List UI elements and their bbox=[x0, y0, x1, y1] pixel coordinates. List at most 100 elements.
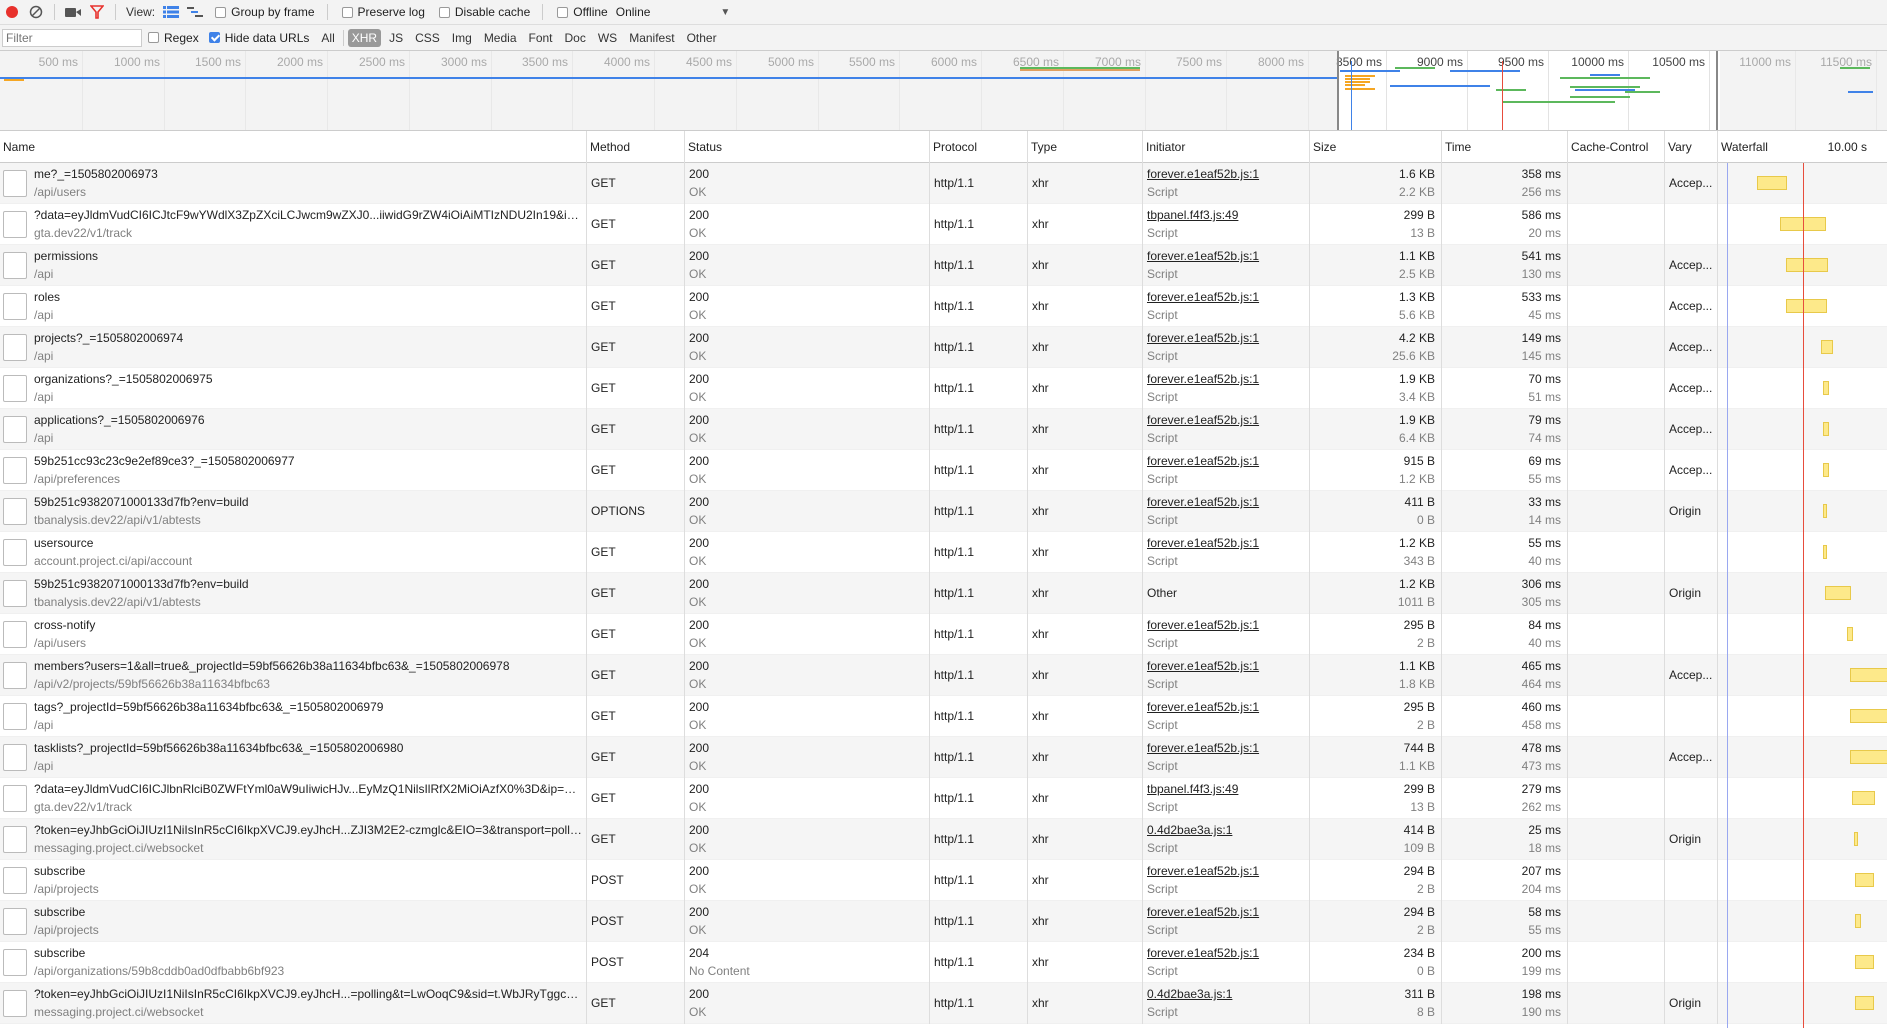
request-name[interactable]: ?token=eyJhbGciOiJIUzI1NiIsInR5cCI6IkpXV… bbox=[34, 823, 582, 837]
request-name[interactable]: ?token=eyJhbGciOiJIUzI1NiIsInR5cCI6IkpXV… bbox=[34, 987, 582, 1001]
offline-checkbox[interactable]: Offline bbox=[557, 5, 608, 19]
waterfall-bar[interactable] bbox=[1820, 340, 1833, 354]
waterfall-bar[interactable] bbox=[1851, 791, 1875, 805]
type-filter-manifest[interactable]: Manifest bbox=[625, 29, 678, 47]
hide-data-urls-checkbox[interactable]: Hide data URLs bbox=[208, 31, 309, 45]
overview-view-button[interactable] bbox=[185, 4, 205, 20]
request-name[interactable]: ?data=eyJldmVudCI6ICJtcF9wYWdlX3ZpZXciLC… bbox=[34, 208, 582, 222]
request-name[interactable]: tasklists?_projectId=59bf56626b38a11634b… bbox=[34, 741, 582, 755]
initiator-link[interactable]: forever.e1eaf52b.js:1 bbox=[1147, 618, 1305, 632]
filter-toggle-button[interactable] bbox=[85, 0, 109, 24]
initiator-link[interactable]: tbpanel.f4f3.js:49 bbox=[1147, 782, 1305, 796]
initiator-link[interactable]: forever.e1eaf52b.js:1 bbox=[1147, 905, 1305, 919]
table-row[interactable]: ?data=eyJldmVudCI6ICJtcF9wYWdlX3ZpZXciLC… bbox=[0, 204, 1887, 245]
table-row[interactable]: ?token=eyJhbGciOiJIUzI1NiIsInR5cCI6IkpXV… bbox=[0, 819, 1887, 860]
waterfall-bar[interactable] bbox=[1855, 955, 1874, 969]
column-header-waterfall[interactable]: Waterfall 10.00 s bbox=[1718, 131, 1887, 163]
column-header-type[interactable]: Type bbox=[1028, 131, 1143, 163]
initiator-link[interactable]: forever.e1eaf52b.js:1 bbox=[1147, 700, 1305, 714]
request-name[interactable]: usersource bbox=[34, 536, 582, 550]
initiator-link[interactable]: 0.4d2bae3a.js:1 bbox=[1147, 823, 1305, 837]
table-row[interactable]: usersource account.project.ci/api/account… bbox=[0, 532, 1887, 573]
table-row[interactable]: 59b251cc93c23c9e2ef89ce3?_=1505802006977… bbox=[0, 450, 1887, 491]
waterfall-bar[interactable] bbox=[1855, 873, 1874, 887]
table-row[interactable]: subscribe/api/organizations/59b8cddb0ad0… bbox=[0, 942, 1887, 983]
initiator-link[interactable]: forever.e1eaf52b.js:1 bbox=[1147, 659, 1305, 673]
column-header-initiator[interactable]: Initiator bbox=[1143, 131, 1310, 163]
initiator-link[interactable]: forever.e1eaf52b.js:1 bbox=[1147, 290, 1305, 304]
table-row[interactable]: subscribe/api/projects POST 200 OK http/1.1 x… bbox=[0, 901, 1887, 942]
request-name[interactable]: projects?_=1505802006974 bbox=[34, 331, 582, 345]
request-name[interactable]: ?data=eyJldmVudCI6ICJlbnRlciB0ZWFtYml0aW… bbox=[34, 782, 582, 796]
initiator-link[interactable]: forever.e1eaf52b.js:1 bbox=[1147, 413, 1305, 427]
request-name[interactable]: subscribe bbox=[34, 905, 582, 919]
initiator-link[interactable]: forever.e1eaf52b.js:1 bbox=[1147, 454, 1305, 468]
waterfall-bar[interactable] bbox=[1849, 750, 1887, 764]
waterfall-bar[interactable] bbox=[1822, 422, 1829, 436]
clear-button[interactable] bbox=[24, 0, 48, 24]
type-filter-xhr[interactable]: XHR bbox=[347, 28, 382, 47]
type-filter-media[interactable]: Media bbox=[480, 29, 521, 47]
table-row[interactable]: permissions/api GET 200 OK http/1.1 xhr foreve… bbox=[0, 245, 1887, 286]
waterfall-bar[interactable] bbox=[1854, 832, 1859, 846]
table-row[interactable]: organizations?_=1505802006975/api GET 200 O… bbox=[0, 368, 1887, 409]
type-filter-ws[interactable]: WS bbox=[594, 29, 621, 47]
preserve-log-checkbox[interactable]: Preserve log bbox=[341, 5, 425, 19]
group-by-frame-checkbox[interactable]: Group by frame bbox=[215, 5, 315, 19]
table-row[interactable]: projects?_=1505802006974/api GET 200 OK http… bbox=[0, 327, 1887, 368]
initiator-link[interactable]: forever.e1eaf52b.js:1 bbox=[1147, 741, 1305, 755]
initiator-link[interactable]: forever.e1eaf52b.js:1 bbox=[1147, 372, 1305, 386]
waterfall-bar[interactable] bbox=[1756, 176, 1788, 190]
request-name[interactable]: subscribe bbox=[34, 946, 582, 960]
type-filter-js[interactable]: JS bbox=[385, 29, 407, 47]
waterfall-bar[interactable] bbox=[1849, 668, 1887, 682]
table-row[interactable]: 59b251c9382071000133d7fb?env=build tbanal… bbox=[0, 491, 1887, 532]
initiator-link[interactable]: forever.e1eaf52b.js:1 bbox=[1147, 249, 1305, 263]
request-name[interactable]: tags?_projectId=59bf56626b38a11634bfbc63… bbox=[34, 700, 582, 714]
request-name[interactable]: 59b251cc93c23c9e2ef89ce3?_=1505802006977 bbox=[34, 454, 582, 468]
request-name[interactable]: 59b251c9382071000133d7fb?env=build bbox=[34, 495, 582, 509]
type-filter-css[interactable]: CSS bbox=[411, 29, 444, 47]
waterfall-bar[interactable] bbox=[1822, 463, 1829, 477]
table-row[interactable]: ?data=eyJldmVudCI6ICJlbnRlciB0ZWFtYml0aW… bbox=[0, 778, 1887, 819]
request-name[interactable]: cross-notify bbox=[34, 618, 582, 632]
type-filter-doc[interactable]: Doc bbox=[561, 29, 590, 47]
waterfall-bar[interactable] bbox=[1785, 299, 1827, 313]
request-name[interactable]: me?_=1505802006973 bbox=[34, 167, 582, 181]
waterfall-bar[interactable] bbox=[1822, 504, 1827, 518]
throttling-select[interactable]: Online ▼ bbox=[616, 5, 731, 19]
initiator-link[interactable]: forever.e1eaf52b.js:1 bbox=[1147, 536, 1305, 550]
table-row[interactable]: tags?_projectId=59bf56626b38a11634bfbc63… bbox=[0, 696, 1887, 737]
waterfall-bar[interactable] bbox=[1822, 545, 1828, 559]
initiator-link[interactable]: forever.e1eaf52b.js:1 bbox=[1147, 331, 1305, 345]
table-row[interactable]: me?_=1505802006973/api/users GET 200 OK http… bbox=[0, 163, 1887, 204]
request-name[interactable]: members?users=1&all=true&_projectId=59bf… bbox=[34, 659, 582, 673]
column-header-protocol[interactable]: Protocol bbox=[930, 131, 1028, 163]
column-header-status[interactable]: Status bbox=[685, 131, 930, 163]
table-row[interactable]: tasklists?_projectId=59bf56626b38a11634b… bbox=[0, 737, 1887, 778]
type-filter-all[interactable]: All bbox=[317, 29, 338, 47]
column-header-cache-control[interactable]: Cache-Control bbox=[1568, 131, 1665, 163]
large-rows-view-button[interactable] bbox=[161, 4, 181, 20]
table-row[interactable]: members?users=1&all=true&_projectId=59bf… bbox=[0, 655, 1887, 696]
waterfall-bar[interactable] bbox=[1847, 627, 1854, 641]
disable-cache-checkbox[interactable]: Disable cache bbox=[438, 5, 530, 19]
request-name[interactable]: applications?_=1505802006976 bbox=[34, 413, 582, 427]
waterfall-bar[interactable] bbox=[1822, 381, 1829, 395]
waterfall-bar[interactable] bbox=[1855, 996, 1874, 1010]
request-name[interactable]: permissions bbox=[34, 249, 582, 263]
request-name[interactable]: organizations?_=1505802006975 bbox=[34, 372, 582, 386]
waterfall-bar[interactable] bbox=[1785, 258, 1829, 272]
regex-checkbox[interactable]: Regex bbox=[148, 31, 199, 45]
table-row[interactable]: roles/api GET 200 OK http/1.1 xhr forever.e1ea… bbox=[0, 286, 1887, 327]
column-header-method[interactable]: Method bbox=[587, 131, 685, 163]
waterfall-bar[interactable] bbox=[1825, 586, 1852, 600]
column-header-name[interactable]: Name bbox=[0, 131, 587, 163]
type-filter-font[interactable]: Font bbox=[525, 29, 557, 47]
request-name[interactable]: subscribe bbox=[34, 864, 582, 878]
capture-screenshots-button[interactable] bbox=[61, 0, 85, 24]
column-header-vary[interactable]: Vary bbox=[1665, 131, 1718, 163]
waterfall-bar[interactable] bbox=[1855, 914, 1862, 928]
table-row[interactable]: applications?_=1505802006976/api GET 200 OK… bbox=[0, 409, 1887, 450]
column-header-size[interactable]: Size bbox=[1310, 131, 1442, 163]
